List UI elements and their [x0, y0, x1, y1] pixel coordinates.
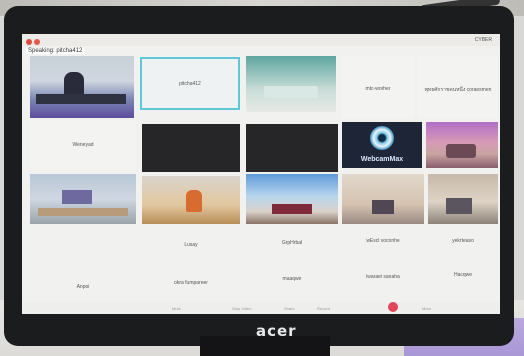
video-tile-office-2[interactable]	[428, 174, 498, 224]
video-tile-pitcha412[interactable]: pitcha412	[140, 57, 240, 110]
participant-name: yekrteaso	[452, 238, 474, 244]
video-tile-stage[interactable]	[426, 122, 498, 168]
participant-name: พุทธศักราชคนหนึ่ง coraesmen	[424, 87, 492, 93]
minimize-icon[interactable]	[34, 39, 40, 45]
gallery-view: pitcha412 mtc-worher พุทธศักราชคนหนึ่ง c…	[30, 56, 500, 306]
webcammax-logo-text: WebcamMax	[360, 156, 404, 163]
participant-name: GrpHrbal	[281, 240, 303, 246]
participant-name: okra fumpareer	[174, 280, 208, 286]
video-tile-hall[interactable]	[246, 174, 338, 224]
video-tile-iwaraei[interactable]: iwaraei sanaha	[342, 262, 424, 290]
participant-name: Weneyad	[72, 142, 94, 148]
stop-video-button[interactable]: Stop Video	[232, 306, 252, 311]
participant-name: Anpoi	[76, 284, 90, 290]
video-tile-yekrteaso[interactable]: yekrteaso	[428, 228, 498, 256]
video-tile-room[interactable]	[246, 56, 336, 112]
video-tile-black-2[interactable]	[246, 124, 338, 172]
video-tile-anpoi[interactable]: Anpoi	[30, 270, 136, 298]
video-tile-wescl[interactable]: wEscl voconhe	[342, 228, 424, 256]
more-button[interactable]: More	[422, 306, 431, 311]
video-tile-classroom-1[interactable]	[30, 174, 136, 224]
participant-name: iwaraei sanaha	[366, 274, 400, 280]
monitor: CYBER Speaking: pitcha412 pitcha412 mtc-…	[4, 6, 514, 346]
monitor-screen: CYBER Speaking: pitcha412 pitcha412 mtc-…	[22, 34, 500, 314]
participant-name: wEscl voconhe	[366, 238, 400, 244]
video-tile-weneyad[interactable]: Weneyad	[30, 120, 136, 168]
video-tile-hacqwe[interactable]: Hacqwe	[428, 262, 498, 290]
share-button[interactable]: Share	[284, 306, 295, 311]
video-tile-okra[interactable]: okra fumpareer	[142, 266, 240, 294]
video-tile-office[interactable]	[30, 56, 134, 118]
speaking-indicator: Speaking: pitcha412	[26, 48, 85, 54]
close-icon[interactable]	[26, 39, 32, 45]
video-tile-grphrbal[interactable]: GrpHrbal	[246, 230, 338, 258]
participant-name: mtc-worher	[365, 86, 391, 92]
mute-button[interactable]: Mute	[172, 306, 181, 311]
meeting-toolbar: Mute Stop Video Share Record More	[22, 302, 500, 314]
video-tile-lusay[interactable]: Lusay	[142, 230, 240, 258]
record-button-label[interactable]: Record	[317, 306, 330, 311]
video-tile-black-1[interactable]	[142, 124, 240, 172]
participant-name: Lusay	[184, 242, 198, 248]
webcam-icon	[370, 126, 394, 150]
window-title: CYBER	[474, 37, 492, 43]
participant-name: maaqwe	[282, 276, 302, 282]
video-tile-empty-2[interactable]: พุทธศักราชคนหนึ่ง coraesmen	[418, 56, 498, 118]
video-tile-webcammax[interactable]: WebcamMax	[342, 122, 422, 168]
video-tile-meeting-room[interactable]	[342, 174, 424, 224]
video-tile-classroom-2[interactable]	[142, 176, 240, 224]
monitor-stand	[200, 336, 330, 356]
record-icon[interactable]	[388, 302, 398, 312]
video-tile-maaqwe[interactable]: maaqwe	[246, 264, 338, 292]
window-title-bar: CYBER	[22, 34, 500, 46]
participant-name: pitcha412	[179, 81, 201, 87]
participant-name: Hacqwe	[453, 272, 473, 278]
video-tile-empty-1[interactable]: mtc-worher	[342, 56, 414, 118]
